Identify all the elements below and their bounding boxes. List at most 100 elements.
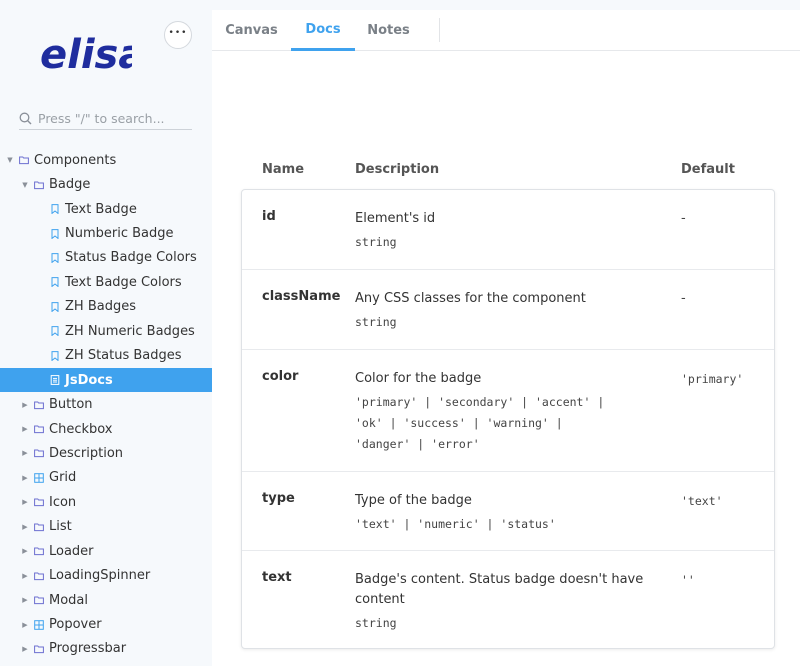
sidebar-item-button[interactable]: ▶ Button [0,392,212,416]
sidebar-item-zh-status-badges[interactable]: ZH Status Badges [0,344,212,368]
prop-description: Any CSS classes for the component [355,291,586,306]
folder-icon [34,449,44,458]
sidebar-item-loadingspinner[interactable]: ▶ LoadingSpinner [0,563,212,587]
sidebar-item-status-badge-colors[interactable]: Status Badge Colors [0,246,212,270]
sidebar-item-progressbar[interactable]: ▶ Progressbar [0,637,212,661]
chevron-right-icon[interactable]: ▶ [21,547,29,555]
bookmark-icon [51,326,59,337]
folder-icon [34,523,44,531]
prop-name: color [262,369,299,384]
search-input[interactable] [38,111,188,126]
component-icon [34,619,44,630]
main-panel: Canvas Docs Notes Name Description Defau… [212,10,800,666]
tab-notes[interactable]: Notes [363,10,414,51]
table-row-color: color Color for the badge 'primary' | 's… [242,349,774,471]
column-header-default: Default [681,162,735,177]
chevron-right-icon[interactable]: ▶ [21,474,29,482]
prop-name: type [262,491,295,506]
chevron-right-icon[interactable]: ▶ [21,523,29,531]
prop-description: Badge's content. Status badge doesn't ha… [355,572,644,607]
chevron-right-icon[interactable]: ▶ [21,596,29,604]
more-options-button[interactable]: ••• [164,21,192,49]
sidebar-item-text-badge-colors[interactable]: Text Badge Colors [0,270,212,294]
folder-icon [34,547,44,556]
prop-default: '' [681,573,695,587]
bookmark-icon [51,228,59,239]
column-header-name: Name [262,162,305,177]
folder-icon [34,645,44,654]
folder-icon [34,425,44,434]
sidebar-item-jsdocs[interactable]: JsDocs [0,367,212,393]
chevron-right-icon[interactable]: ▶ [21,498,29,506]
tab-bar: Canvas Docs Notes [212,10,800,51]
sidebar-item-label: ZH Status Badges [65,348,182,364]
prop-type: string [355,616,397,630]
component-icon [34,473,44,483]
sidebar-item-loader[interactable]: ▶ Loader [0,539,212,563]
search-box[interactable] [19,108,192,130]
sidebar-item-zh-numeric-badges[interactable]: ZH Numeric Badges [0,319,212,343]
table-row-id: id Element's id string - [242,190,774,269]
prop-default: 'text' [681,494,723,508]
sidebar-item-label: Popover [49,617,102,633]
sidebar-item-numberic-badge[interactable]: Numberic Badge [0,221,212,245]
sidebar-item-label: Numberic Badge [65,226,174,242]
table-row-text: text Badge's content. Status badge doesn… [242,550,774,648]
props-table: id Element's id string - className Any C… [241,189,775,649]
chevron-right-icon[interactable]: ▶ [21,449,29,457]
chevron-right-icon[interactable]: ▶ [21,425,29,433]
folder-icon [19,156,29,165]
chevron-right-icon[interactable]: ▶ [21,401,29,409]
sidebar-item-label: ZH Badges [65,299,136,315]
sidebar-item-icon[interactable]: ▶ Icon [0,490,212,514]
prop-description: Element's id [355,211,436,226]
table-row-type: type Type of the badge 'text' | 'numeric… [242,471,774,550]
search-icon [19,112,32,125]
prop-default: 'primary' [681,372,744,386]
sidebar-item-grid[interactable]: ▶ Grid [0,466,212,490]
chevron-right-icon[interactable]: ▶ [21,621,29,629]
sidebar-item-label: Loader [49,543,94,559]
sidebar-item-popover[interactable]: ▶ Popover [0,612,212,636]
sidebar-item-components[interactable]: ▼ Components [0,148,212,172]
folder-icon [34,596,44,605]
sidebar-item-description[interactable]: ▶ Description [0,441,212,465]
sidebar-item-list[interactable]: ▶ List [0,515,212,539]
sidebar-item-label: Components [34,152,117,168]
bookmark-icon [51,350,59,361]
prop-type: 'primary' | 'secondary' | 'accent' | [355,395,605,409]
chevron-right-icon[interactable]: ▶ [21,572,29,580]
sidebar-item-label: Progressbar [49,641,127,657]
prop-description: Type of the badge [355,493,472,508]
chevron-right-icon[interactable]: ▶ [21,645,29,653]
sidebar-item-zh-badges[interactable]: ZH Badges [0,295,212,319]
component-tree: ▼ Components ▼ Badge Text Badge Numberic Badg… [0,148,212,661]
sidebar-item-label: JsDocs [65,372,113,388]
sidebar-item-badge[interactable]: ▼ Badge [0,172,212,196]
sidebar-item-label: Badge [49,177,91,193]
document-icon [50,375,60,386]
sidebar-item-text-badge[interactable]: Text Badge [0,197,212,221]
bookmark-icon [51,253,59,263]
sidebar-item-modal[interactable]: ▶ Modal [0,588,212,612]
tab-canvas[interactable]: Canvas [220,10,283,51]
chevron-down-icon[interactable]: ▼ [21,181,29,189]
prop-default: - [681,211,686,226]
bookmark-icon [51,277,59,288]
folder-icon [34,572,44,580]
prop-type: string [355,235,397,249]
prop-description: Color for the badge [355,371,482,386]
folder-icon [34,498,44,507]
prop-name: text [262,570,292,585]
sidebar-item-label: ZH Numeric Badges [65,323,195,339]
tab-docs[interactable]: Docs [291,10,355,51]
sidebar-item-label: Grid [49,470,77,486]
folder-icon [34,401,44,409]
sidebar-item-checkbox[interactable]: ▶ Checkbox [0,417,212,441]
sidebar-item-label: LoadingSpinner [49,568,151,584]
chevron-down-icon[interactable]: ▼ [6,156,14,164]
more-icon: ••• [168,27,188,38]
prop-type: 'text' | 'numeric' | 'status' [355,517,556,531]
svg-text:elisa: elisa [40,34,132,76]
prop-name: id [262,209,276,224]
